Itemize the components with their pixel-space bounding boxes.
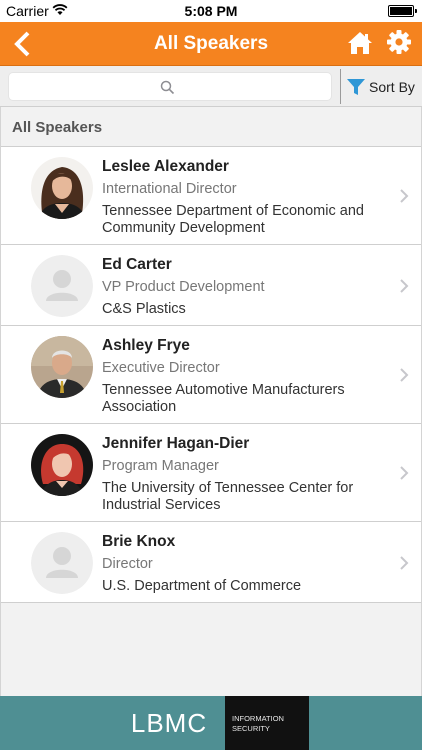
speaker-organization-line: C&S Plastics (102, 301, 186, 317)
speaker-role: International Director (102, 181, 237, 197)
speaker-organization-line: Tennessee Department of Economic and (102, 203, 364, 219)
speaker-role: Program Manager (102, 458, 219, 474)
sort-by-label: Sort By (369, 79, 415, 95)
speaker-organization-line: Community Development (102, 220, 265, 236)
speaker-organization: U.S. Department of Commerce (102, 578, 381, 595)
gear-icon[interactable] (386, 29, 412, 55)
sponsor-logo-wordmark: LBMC (130, 708, 208, 738)
speaker-organization-line: Tennessee Automotive Manufacturers (102, 382, 345, 398)
speaker-row[interactable]: Ed Carter VP Product Development C&S Pla… (1, 245, 421, 326)
speaker-photo (31, 157, 93, 219)
sort-by-button[interactable]: Sort By (346, 75, 415, 99)
speaker-photo-placeholder (31, 255, 93, 317)
speaker-role: VP Product Development (102, 279, 265, 295)
speaker-row[interactable]: Jennifer Hagan-Dier Program Manager The … (1, 424, 421, 522)
chevron-right-icon (400, 189, 409, 203)
battery-icon (388, 5, 417, 17)
search-icon (160, 80, 175, 95)
speaker-name: Ed Carter (102, 256, 172, 273)
chevron-right-icon (400, 466, 409, 480)
clock: 5:08 PM (184, 3, 238, 19)
nav-bar: All Speakers (0, 22, 422, 66)
divider (340, 69, 341, 104)
section-header: All Speakers (1, 107, 421, 147)
speaker-role: Executive Director (102, 360, 220, 376)
speaker-organization-line: The University of Tennessee Center for (102, 480, 354, 496)
sponsor-banner[interactable]: LBMC INFORMATION SECURITY (0, 696, 422, 750)
speaker-organization: Tennessee Department of Economic and Com… (102, 203, 381, 237)
speaker-organization-line: U.S. Department of Commerce (102, 578, 302, 594)
filter-funnel-icon (347, 79, 365, 95)
chevron-right-icon (400, 279, 409, 293)
search-field[interactable] (8, 72, 332, 101)
speaker-name: Ashley Frye (102, 337, 190, 354)
speaker-row[interactable]: Leslee Alexander International Director … (1, 147, 421, 245)
chevron-right-icon (400, 368, 409, 382)
sponsor-tag-line: SECURITY (232, 724, 270, 733)
speaker-name: Brie Knox (102, 533, 176, 550)
speaker-row[interactable]: Ashley Frye Executive Director Tennessee… (1, 326, 421, 424)
speaker-organization-line: Association (102, 399, 177, 415)
speaker-photo (31, 434, 93, 496)
speaker-name: Leslee Alexander (102, 158, 229, 175)
speaker-organization-line: Industrial Services (102, 497, 221, 513)
status-bar: Carrier 5:08 PM (0, 0, 422, 22)
home-icon[interactable] (346, 29, 374, 57)
speaker-name: Jennifer Hagan-Dier (102, 435, 250, 452)
speaker-organization: Tennessee Automotive Manufacturers Assoc… (102, 382, 381, 416)
search-bar: Sort By (0, 66, 422, 107)
speakers-list: All Speakers Leslee Alexander Internatio… (0, 107, 422, 696)
speaker-row[interactable]: Brie Knox Director U.S. Department of Co… (1, 522, 421, 603)
speaker-role: Director (102, 556, 153, 572)
sponsor-tag-line: INFORMATION (232, 714, 284, 723)
speaker-photo-placeholder (31, 532, 93, 594)
speaker-organization: The University of Tennessee Center for I… (102, 480, 381, 514)
chevron-right-icon (400, 556, 409, 570)
speaker-organization: C&S Plastics (102, 301, 381, 318)
sponsor-logo-tag: INFORMATION SECURITY (225, 696, 309, 750)
speaker-photo (31, 336, 93, 398)
